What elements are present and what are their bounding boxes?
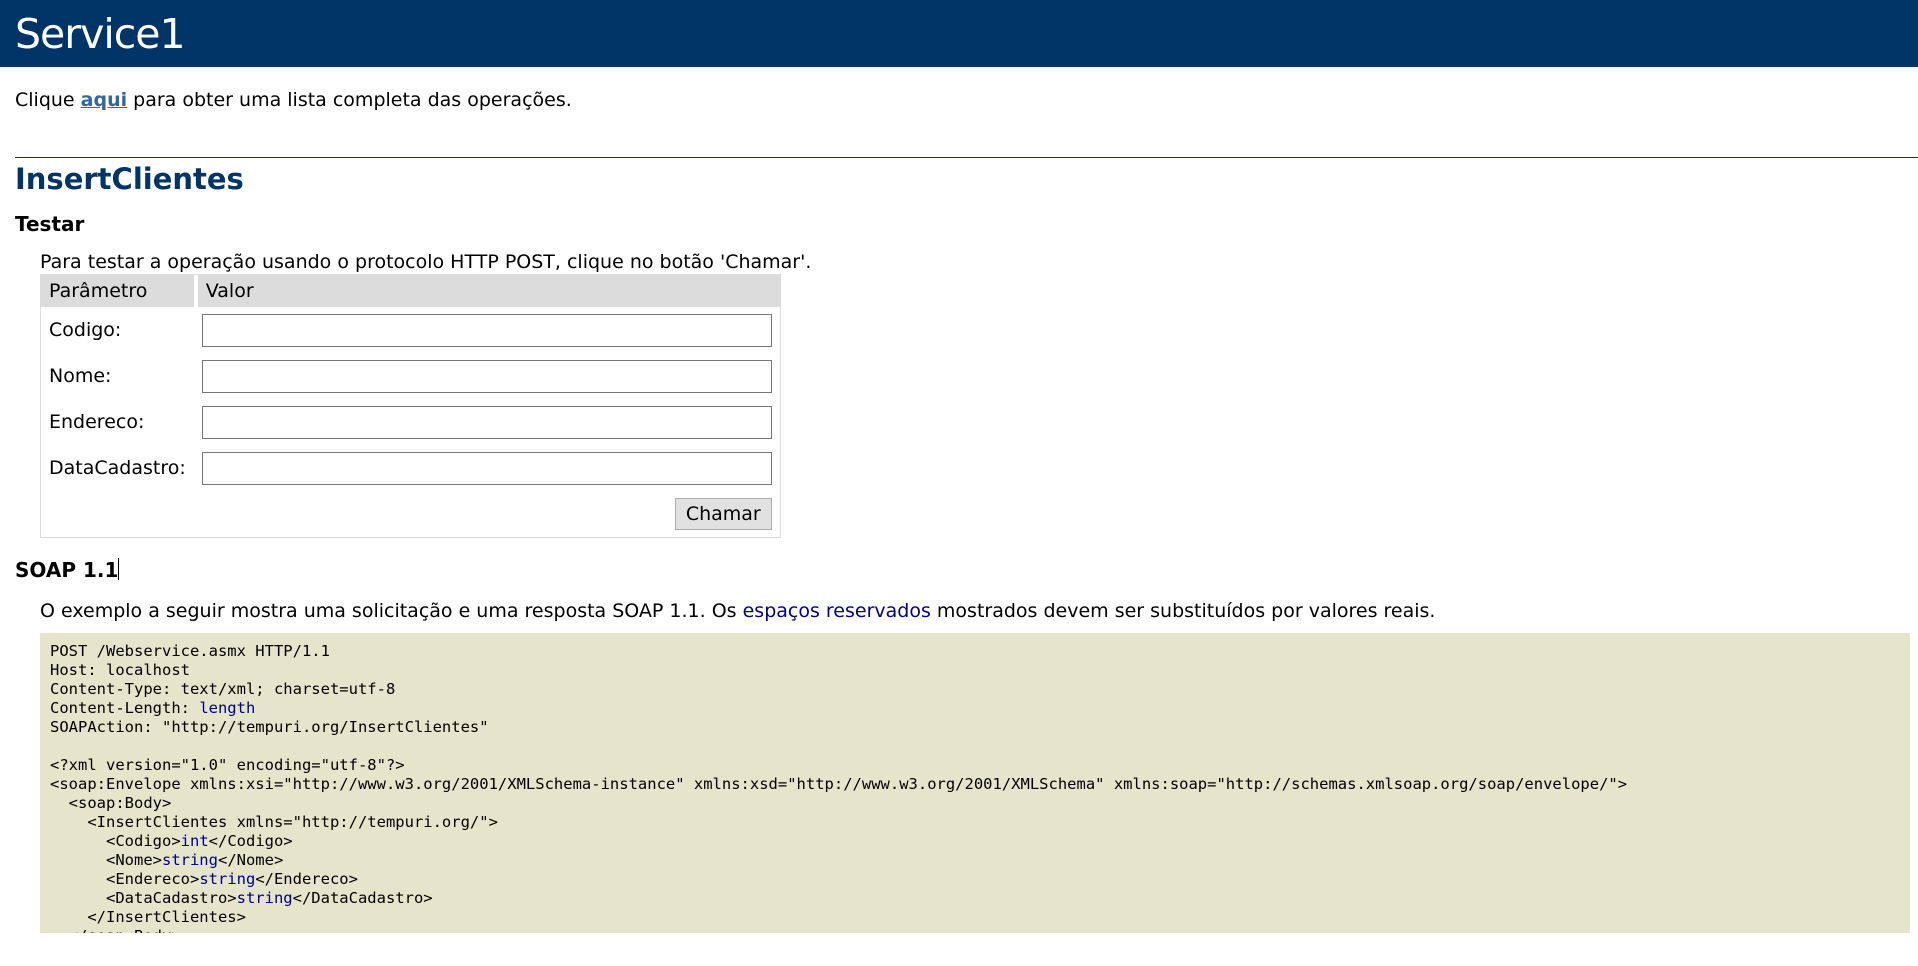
code-line: POST /Webservice.asmx HTTP/1.1 <box>50 642 330 661</box>
param-row-nome: Nome: <box>41 353 780 399</box>
code-line: SOAPAction: "http://tempuri.org/InsertCl… <box>50 718 489 737</box>
main-content: Clique aqui para obter uma lista complet… <box>0 89 1918 934</box>
page-title: Service1 <box>0 0 1918 67</box>
param-row-codigo: Codigo: <box>41 307 780 353</box>
value-column-header: Valor <box>193 275 780 308</box>
test-heading: Testar <box>15 211 85 236</box>
nome-input[interactable] <box>201 359 772 393</box>
code-line: <Endereco>string</Endereco> <box>50 870 358 889</box>
param-label-endereco: Endereco: <box>49 411 145 434</box>
param-row-endereco: Endereco: <box>41 399 780 445</box>
test-form: Parâmetro Valor Codigo: Nome: Endereco: <box>40 274 1918 539</box>
endereco-input[interactable] <box>201 405 772 439</box>
code-line: <soap:Envelope xmlns:xsi="http://www.w3.… <box>50 775 1628 794</box>
placeholder-text: espaços reservados <box>742 600 931 623</box>
code-line: Content-Length: length <box>50 699 256 718</box>
placeholder-value: string <box>236 889 293 908</box>
code-line: <Nome>string</Nome> <box>50 851 284 870</box>
soap11-description: O exemplo a seguir mostra uma solicitaçã… <box>40 600 1436 623</box>
soap11-frame: O exemplo a seguir mostra uma solicitaçã… <box>40 600 1918 934</box>
codigo-input[interactable] <box>201 313 772 347</box>
code-line: <DataCadastro>string</DataCadastro> <box>50 889 433 908</box>
code-line: <InsertClientes xmlns="http://tempuri.or… <box>50 813 498 832</box>
test-description: Para testar a operação usando o protocol… <box>40 250 812 273</box>
parameter-column-header: Parâmetro <box>41 275 194 308</box>
chamar-button[interactable]: Chamar <box>674 498 772 531</box>
code-line: </InsertClientes> <box>50 908 246 927</box>
code-line: <?xml version="1.0" encoding="utf-8"?> <box>50 756 405 775</box>
test-frame: Para testar a operação usando o protocol… <box>40 251 1918 539</box>
placeholder-value: string <box>161 851 218 870</box>
soap11-request-sample: POST /Webservice.asmx HTTP/1.1 Host: loc… <box>40 633 1910 934</box>
placeholder-value: string <box>199 870 256 889</box>
code-line: Content-Type: text/xml; charset=utf-8 <box>50 680 396 699</box>
placeholder-value: length <box>199 699 256 718</box>
param-label-nome: Nome: <box>49 365 112 388</box>
parameter-table: Parâmetro Valor Codigo: Nome: Endereco: <box>40 274 781 539</box>
code-line: <Codigo>int</Codigo> <box>50 832 293 851</box>
section-divider <box>15 156 1918 158</box>
param-label-datacadastro: DataCadastro: <box>49 457 186 480</box>
intro-text: Clique aqui para obter uma lista complet… <box>15 89 572 111</box>
operations-list-link[interactable]: aqui <box>81 89 127 111</box>
param-row-datacadastro: DataCadastro: <box>41 445 780 491</box>
soap11-heading: SOAP 1.1 <box>15 558 120 583</box>
text-cursor <box>118 558 120 581</box>
operation-name: InsertClientes <box>15 161 244 196</box>
code-line: <soap:Body> <box>50 794 172 813</box>
code-line: Host: localhost <box>50 661 190 680</box>
code-line: </soap:Body> <box>50 927 181 933</box>
datacadastro-input[interactable] <box>201 451 772 485</box>
placeholder-value: int <box>180 832 209 851</box>
param-label-codigo: Codigo: <box>49 319 122 342</box>
